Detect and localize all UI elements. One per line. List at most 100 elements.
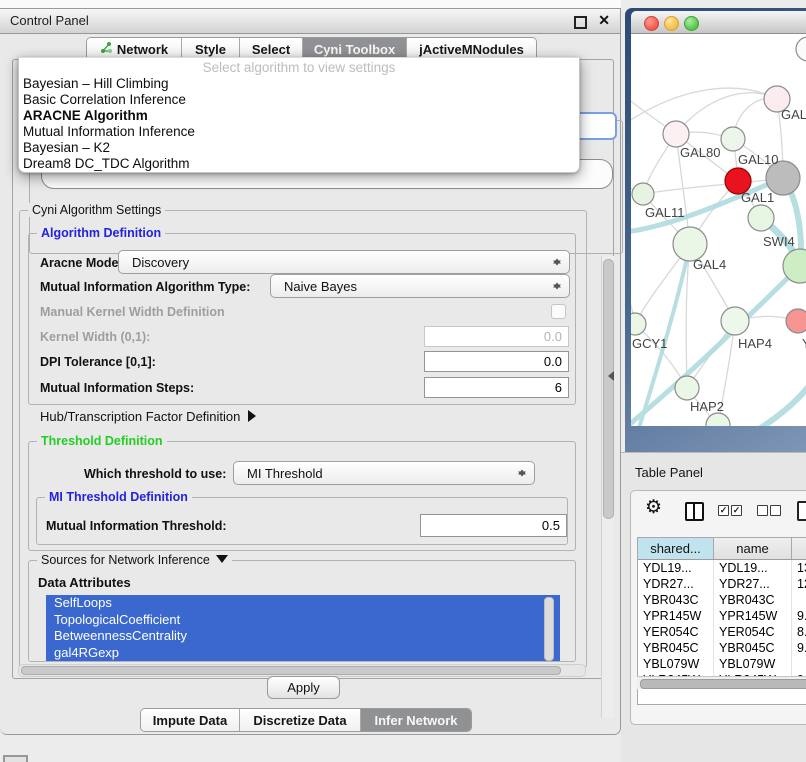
network-graph: GALGAL80GAL10GAL1GAL11SWI4GAL4GCY1HAP4YH… <box>631 34 806 426</box>
collapse-down-icon <box>216 555 228 563</box>
network-node-hap2[interactable] <box>675 376 699 400</box>
mi-threshold-field[interactable]: 0.5 <box>420 514 567 537</box>
node-label: Y <box>802 336 806 351</box>
dropdown-item[interactable]: Dream8 DC_TDC Algorithm <box>19 156 579 172</box>
column-header-shared...[interactable]: shared... <box>638 538 714 559</box>
tab-label: Style <box>195 42 226 57</box>
zoom-traffic-light-icon[interactable] <box>684 16 699 31</box>
dropdown-item[interactable]: Mutual Information Inference <box>19 124 579 140</box>
tab-infer-network[interactable]: Infer Network <box>360 709 471 731</box>
dropdown-item[interactable]: Basic Correlation Inference <box>19 92 579 108</box>
table-cell: YDR27... <box>714 576 792 592</box>
data-attributes-label: Data Attributes <box>38 575 131 590</box>
float-window-icon[interactable] <box>574 16 587 29</box>
splitpane-arrow-icon[interactable] <box>608 371 614 381</box>
table-cell: 9. <box>792 640 806 656</box>
unchecked-checkbox-icon[interactable] <box>757 505 768 516</box>
threshold-definition-title: Threshold Definition <box>37 434 167 448</box>
aracne-mode-combobox[interactable]: Discovery <box>118 250 570 274</box>
table-body: YDL19...YDL19...13YDR27...YDR27...12YBR0… <box>638 560 806 677</box>
dropdown-item[interactable]: ARACNE Algorithm <box>19 108 579 124</box>
dropdown-item[interactable]: Bayesian – K2 <box>19 140 579 156</box>
combo-arrows-icon <box>518 466 527 481</box>
document-icon[interactable] <box>797 501 806 521</box>
attribute-item[interactable]: TopologicalCoefficient <box>46 612 560 629</box>
tab-label: Discretize Data <box>253 713 346 728</box>
checked-checkbox-icon[interactable]: ✓ <box>731 505 742 516</box>
attribute-item[interactable]: gal4RGexp <box>46 645 560 662</box>
column-header-hidden[interactable] <box>792 538 806 559</box>
table-row[interactable]: YDR27...YDR27...12 <box>638 576 806 592</box>
hub-definition-expander[interactable]: Hub/Transcription Factor Definition <box>40 409 256 424</box>
attribute-item[interactable]: SelfLoops <box>46 595 560 612</box>
mi-type-value: Naive Bayes <box>284 279 357 294</box>
settings-vertical-scrollbar[interactable] <box>601 256 614 718</box>
sources-title: Sources for Network Inference <box>41 553 210 567</box>
close-icon[interactable]: ✕ <box>598 12 610 29</box>
resize-grip[interactable] <box>3 755 28 762</box>
network-node[interactable] <box>796 37 806 61</box>
network-window-titlebar[interactable] <box>631 11 806 34</box>
dropdown-prompt: Select algorithm to view settings <box>19 60 579 76</box>
control-panel-titlebar[interactable]: Control Panel ✕ <box>0 9 620 34</box>
network-canvas[interactable]: GALGAL80GAL10GAL1GAL11SWI4GAL4GCY1HAP4YH… <box>631 34 806 426</box>
table-cell: YDR27... <box>638 576 714 592</box>
tab-discretize-data[interactable]: Discretize Data <box>239 709 360 731</box>
tab-label: Cyni Toolbox <box>314 42 395 57</box>
network-node-gal10[interactable] <box>721 127 745 151</box>
close-traffic-light-icon[interactable] <box>644 16 659 31</box>
node-label: GAL4 <box>693 257 726 272</box>
node-label: GAL80 <box>680 145 720 160</box>
node-label: HAP2 <box>690 399 724 414</box>
table-row[interactable]: YBR043CYBR043C <box>638 592 806 608</box>
tab-label: Infer Network <box>374 713 457 728</box>
network-node-swi4[interactable] <box>748 205 774 231</box>
columns-icon[interactable] <box>685 502 704 521</box>
mi-type-combobox[interactable]: Naive Bayes <box>270 274 570 298</box>
hub-definition-label: Hub/Transcription Factor Definition <box>40 409 240 424</box>
table-cell: YPR145W <box>714 608 792 624</box>
mi-threshold-title: MI Threshold Definition <box>45 490 192 504</box>
sources-collapse[interactable]: Sources for Network Inference <box>37 553 232 567</box>
column-header-name[interactable]: name <box>714 538 792 559</box>
network-node-y[interactable] <box>786 309 806 333</box>
network-node-gal11[interactable] <box>632 183 654 205</box>
dropdown-item[interactable]: Bayesian – Hill Climbing <box>19 76 579 92</box>
gear-icon[interactable]: ⚙ <box>645 498 662 518</box>
node-label: GAL1 <box>741 190 774 205</box>
table-cell: YPR145W <box>638 608 714 624</box>
which-threshold-combobox[interactable]: MI Threshold <box>233 461 535 485</box>
attribute-item[interactable]: BetweennessCentrality <box>46 628 560 645</box>
tab-impute-data[interactable]: Impute Data <box>141 709 239 731</box>
table-row[interactable]: YBL079WYBL079W <box>638 656 806 672</box>
table-cell: 9. <box>792 608 806 624</box>
unchecked-checkbox-icon[interactable] <box>770 505 781 516</box>
network-node-gal80[interactable] <box>663 121 689 147</box>
table-horizontal-scrollbar[interactable] <box>637 676 806 689</box>
data-attributes-list: SelfLoopsTopologicalCoefficientBetweenne… <box>46 595 560 661</box>
table-cell: YBL079W <box>638 656 714 672</box>
checked-checkbox-icon[interactable]: ✓ <box>718 505 729 516</box>
table-panel-title: Table Panel <box>635 465 703 480</box>
network-view-window: GALGAL80GAL10GAL1GAL11SWI4GAL4GCY1HAP4YH… <box>625 8 806 452</box>
scrollbar-thumb[interactable] <box>640 679 806 689</box>
table-cell: YER054C <box>714 624 792 640</box>
table-cell: YBR045C <box>638 640 714 656</box>
table-row[interactable]: YER054CYER054C8. <box>638 624 806 640</box>
combo-arrows-icon <box>553 279 562 294</box>
network-icon <box>100 41 117 57</box>
minimize-traffic-light-icon[interactable] <box>664 16 679 31</box>
table-header: shared...name <box>638 538 806 560</box>
tab-label: Network <box>117 42 168 57</box>
network-node-hap4[interactable] <box>721 307 749 335</box>
apply-button[interactable]: Apply <box>267 676 340 699</box>
attributes-scrollbar[interactable] <box>544 597 554 661</box>
scrollbar-thumb[interactable] <box>603 259 614 519</box>
node-label: SWI4 <box>763 234 795 249</box>
table-row[interactable]: YPR145WYPR145W9. <box>638 608 806 624</box>
network-node-gal4[interactable] <box>673 227 707 261</box>
table-row[interactable]: YDL19...YDL19...13 <box>638 560 806 576</box>
scrollbar-thumb[interactable] <box>21 666 561 675</box>
tab-label: Select <box>252 42 290 57</box>
table-row[interactable]: YBR045CYBR045C9. <box>638 640 806 656</box>
